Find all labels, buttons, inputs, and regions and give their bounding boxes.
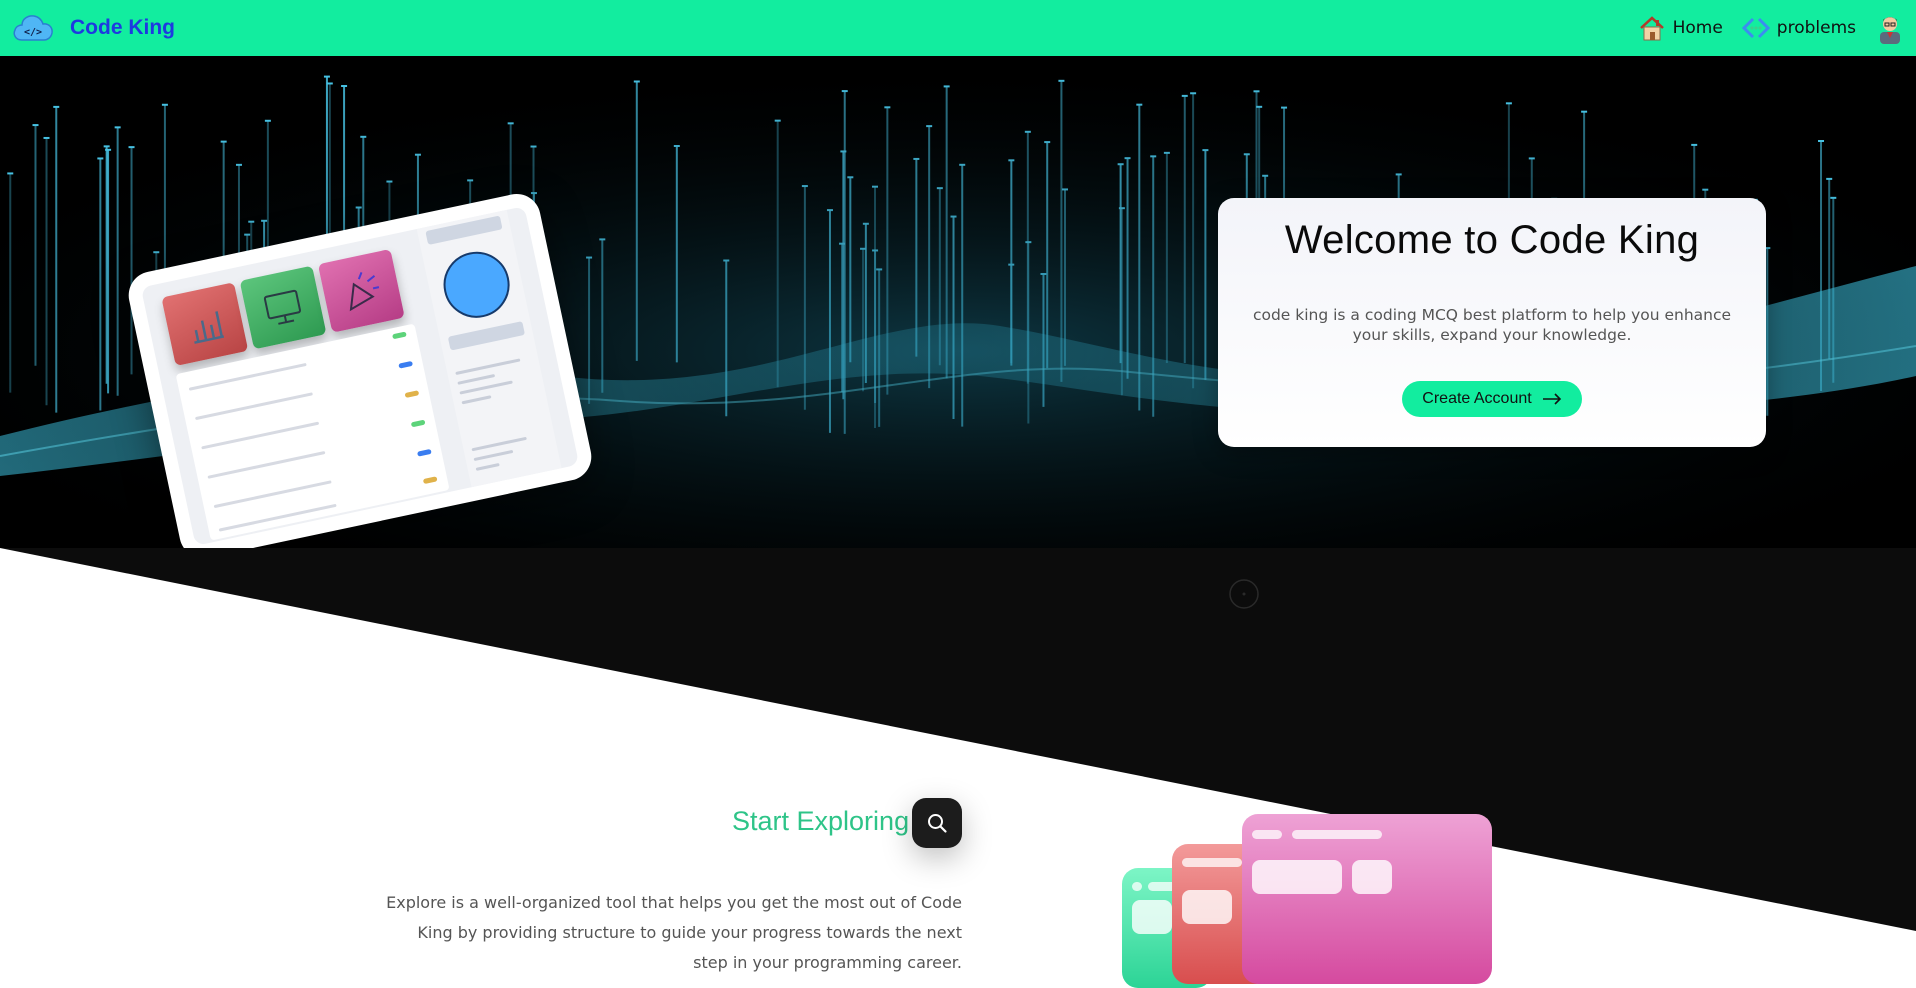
create-account-button[interactable]: Create Account: [1402, 381, 1582, 417]
monitor-icon: [263, 289, 302, 325]
explore-title: Start Exploring: [732, 806, 910, 836]
house-icon: [1639, 16, 1664, 41]
nav-problems[interactable]: problems: [1741, 13, 1856, 43]
arrow-right-icon: [1542, 393, 1561, 405]
brand-name: Code King: [70, 16, 175, 39]
welcome-title: Welcome to Code King: [1284, 218, 1700, 262]
user-avatar-icon[interactable]: [1874, 12, 1906, 44]
tile-chart: [161, 282, 249, 367]
welcome-card: Welcome to Code King code king is a codi…: [1218, 198, 1766, 447]
brand-link[interactable]: </> Code King: [12, 9, 175, 47]
welcome-description: code king is a coding MCQ best platform …: [1252, 306, 1732, 344]
cloud-code-icon: </>: [13, 15, 53, 41]
tablet-circle: [437, 245, 516, 324]
bar-chart-icon: [194, 311, 225, 344]
search-badge[interactable]: [912, 798, 962, 848]
search-icon: [928, 814, 947, 833]
explore-description: Explore is a well-organized tool that he…: [386, 893, 962, 972]
nav-home-label: Home: [1672, 18, 1723, 38]
code-brackets-icon: [1741, 17, 1770, 39]
tile-monitor: [239, 265, 327, 350]
create-account-label: Create Account: [1422, 390, 1532, 407]
explore-illustration: [1120, 814, 1500, 988]
svg-text:</>: </>: [24, 27, 42, 38]
top-navbar: </> Code King Home problems: [0, 0, 1916, 56]
nav-problems-label: problems: [1776, 18, 1856, 38]
card-pink: [1242, 814, 1492, 984]
nav-home[interactable]: Home: [1637, 13, 1723, 43]
tile-party: [317, 248, 405, 333]
party-popper-icon: [349, 272, 380, 312]
nav-links: Home problems: [1637, 10, 1906, 46]
